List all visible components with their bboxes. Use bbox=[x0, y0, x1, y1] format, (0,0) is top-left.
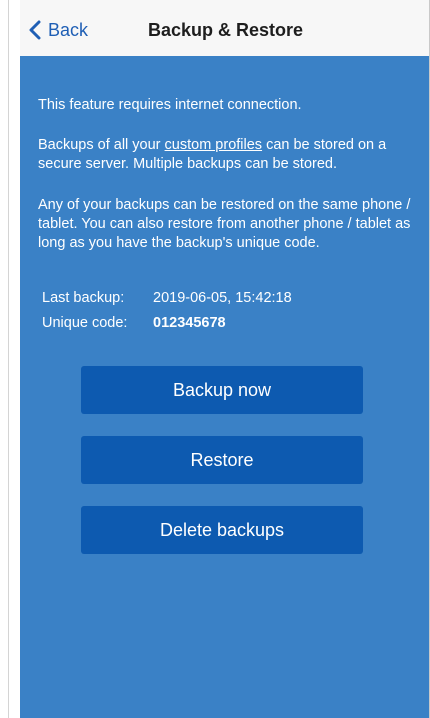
last-backup-value: 2019-06-05, 15:42:18 bbox=[153, 290, 292, 306]
internet-notice: This feature requires internet connectio… bbox=[38, 97, 302, 113]
backup-description-start: Backups of all your bbox=[38, 137, 165, 153]
backup-now-button[interactable]: Backup now bbox=[81, 366, 363, 414]
chevron-left-icon bbox=[28, 20, 48, 40]
delete-backups-button[interactable]: Delete backups bbox=[81, 506, 363, 554]
unique-code-label: Unique code: bbox=[42, 315, 128, 331]
app-frame: Back Backup & Restore This feature requi… bbox=[0, 0, 430, 718]
back-label: Back bbox=[48, 19, 89, 40]
restore-description: Any of your backups can be restored on t… bbox=[38, 197, 411, 251]
last-backup-label: Last backup: bbox=[42, 290, 125, 306]
restore-button[interactable]: Restore bbox=[81, 436, 363, 484]
back-button[interactable]: Back bbox=[28, 18, 88, 42]
content-panel: This feature requires internet connectio… bbox=[20, 56, 429, 718]
page-title: Backup & Restore bbox=[148, 20, 304, 40]
unique-code-value: 012345678 bbox=[153, 315, 226, 331]
frame-edge bbox=[8, 0, 9, 718]
backup-description: Backups of all your custom profiles can … bbox=[38, 136, 413, 174]
header-bar: Back Backup & Restore bbox=[20, 0, 429, 56]
custom-profiles-link[interactable]: custom profiles bbox=[165, 137, 263, 153]
